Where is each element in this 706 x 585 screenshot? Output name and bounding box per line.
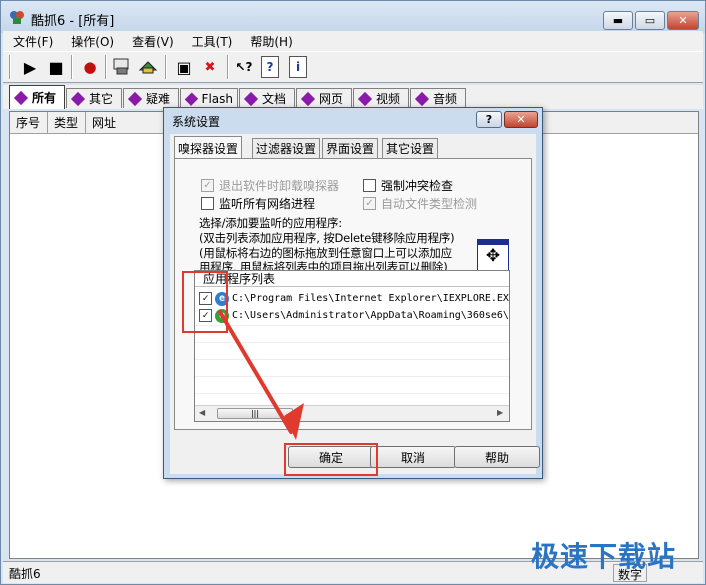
dialog-close-button[interactable]: ✕ — [504, 111, 538, 128]
instruction-line: 选择/添加要监听的应用程序: — [199, 216, 342, 230]
diamond-icon — [243, 91, 259, 106]
dialog-title: 系统设置 — [172, 115, 221, 129]
row-divider — [195, 393, 509, 394]
app-icon — [10, 11, 24, 24]
close-button[interactable]: ✕ — [667, 11, 699, 30]
list-item[interactable]: ✓ e C:\Program Files\Internet Explorer\I… — [199, 290, 509, 307]
tab-all[interactable]: 所有 — [9, 85, 65, 109]
toolbar-separator — [227, 55, 229, 79]
menu-file[interactable]: 文件(F) — [3, 33, 61, 50]
watermark-logo: 极速下载站 — [531, 540, 677, 573]
toolbar-separator — [105, 55, 107, 79]
toolbar-separator — [165, 55, 167, 79]
tab-filter-settings[interactable]: 过滤器设置 — [252, 138, 321, 158]
minimize-button[interactable]: ▬ — [603, 11, 633, 30]
menu-tools[interactable]: 工具(T) — [182, 33, 241, 50]
help-button[interactable]: 帮助 — [454, 446, 540, 468]
tab-video[interactable]: 视频 — [353, 88, 409, 108]
column-header-type[interactable]: 类型 — [48, 112, 86, 134]
network-icon[interactable] — [137, 56, 159, 78]
maximize-button[interactable]: ▭ — [635, 11, 665, 30]
option-force-conflict-check[interactable]: 强制冲突检查 — [363, 177, 453, 194]
tab-difficult[interactable]: 疑难 — [123, 88, 179, 108]
diamond-icon — [184, 91, 198, 106]
record-icon[interactable]: ● — [79, 56, 101, 78]
info-icon[interactable]: i — [289, 56, 307, 78]
tab-other[interactable]: 其它 — [66, 88, 122, 108]
status-text: 酷抓6 — [9, 567, 41, 581]
row-divider — [195, 325, 509, 326]
checkbox-unload-on-exit: ✓ — [201, 179, 214, 192]
menu-bar: 文件(F) 操作(O) 查看(V) 工具(T) 帮助(H) — [3, 31, 703, 51]
tab-webpages[interactable]: 网页 — [296, 88, 352, 108]
window-title: 酷抓6 - [所有] — [31, 14, 115, 29]
dialog-help-button[interactable]: ? — [476, 111, 502, 128]
diamond-icon — [127, 91, 143, 106]
diamond-icon — [70, 91, 86, 106]
list-item[interactable]: ✓ e C:\Users\Administrator\AppData\Roami… — [199, 307, 509, 324]
menu-view[interactable]: 查看(V) — [122, 33, 182, 50]
highlight-box-checkboxes — [182, 271, 228, 333]
tab-flash[interactable]: Flash — [180, 88, 238, 108]
option-auto-file-type-detect: ✓ 自动文件类型检测 — [363, 195, 477, 212]
highlight-box-ok — [284, 443, 378, 476]
save-icon[interactable]: ▣ — [173, 56, 195, 78]
whats-this-icon[interactable]: ↖? — [233, 56, 255, 78]
menu-help[interactable]: 帮助(H) — [240, 33, 300, 50]
tab-sniffer-settings[interactable]: 嗅探器设置 — [174, 136, 243, 159]
row-divider — [195, 359, 509, 360]
diamond-icon — [13, 90, 29, 105]
checkbox-monitor-all-processes[interactable] — [201, 197, 214, 210]
play-icon[interactable]: ▶ — [19, 56, 41, 78]
stop-icon[interactable]: ■ — [45, 56, 67, 78]
diamond-icon — [357, 91, 373, 106]
instruction-line: (双击列表添加应用程序, 按Delete键移除应用程序) — [199, 231, 455, 245]
crosshair-icon: ✥ — [485, 246, 501, 266]
cancel-button[interactable]: 取消 — [370, 446, 456, 468]
diamond-icon — [414, 91, 430, 106]
column-header-index[interactable]: 序号 — [10, 112, 48, 134]
checkbox-force-conflict-check[interactable] — [363, 179, 376, 192]
checkbox-auto-file-type-detect: ✓ — [363, 197, 376, 210]
option-monitor-all-processes[interactable]: 监听所有网络进程 — [201, 195, 315, 212]
row-divider — [195, 342, 509, 343]
app-list-header: 应用程序列表 — [195, 271, 509, 287]
menu-operate[interactable]: 操作(O) — [61, 33, 122, 50]
delete-icon[interactable]: ✖ — [199, 56, 221, 78]
option-unload-on-exit: ✓ 退出软件时卸载嗅探器 — [201, 177, 339, 194]
scroll-left-icon[interactable]: ◀ — [199, 408, 205, 417]
diamond-icon — [300, 91, 316, 106]
help-icon[interactable]: ? — [261, 56, 279, 78]
toolbar: ▶ ■ ● ▣ ✖ ↖? ? i — [3, 51, 703, 83]
tab-other-settings[interactable]: 其它设置 — [382, 138, 439, 158]
toolbar-separator — [71, 55, 73, 79]
title-bar[interactable]: 酷抓6 - [所有] ▬ ▭ ✕ — [1, 1, 705, 33]
tab-interface-settings[interactable]: 界面设置 — [322, 138, 379, 158]
tab-documents[interactable]: 文档 — [239, 88, 295, 108]
tab-audio[interactable]: 音频 — [410, 88, 466, 108]
scroll-right-icon[interactable]: ▶ — [497, 408, 503, 417]
horizontal-scrollbar[interactable]: ◀ ||| ▶ — [195, 405, 509, 421]
window-picker-icon[interactable]: ✥ — [477, 239, 509, 271]
application-list[interactable]: 应用程序列表 ✓ e C:\Program Files\Internet Exp… — [194, 270, 510, 422]
toolbar-separator — [9, 55, 11, 79]
category-tabs: 所有 其它 疑难 Flash 文档 网页 视频 音频 — [3, 85, 703, 109]
picker-titlebar — [478, 240, 508, 245]
row-divider — [195, 376, 509, 377]
scroll-thumb[interactable]: ||| — [217, 408, 293, 419]
filter-icon[interactable] — [111, 56, 133, 78]
